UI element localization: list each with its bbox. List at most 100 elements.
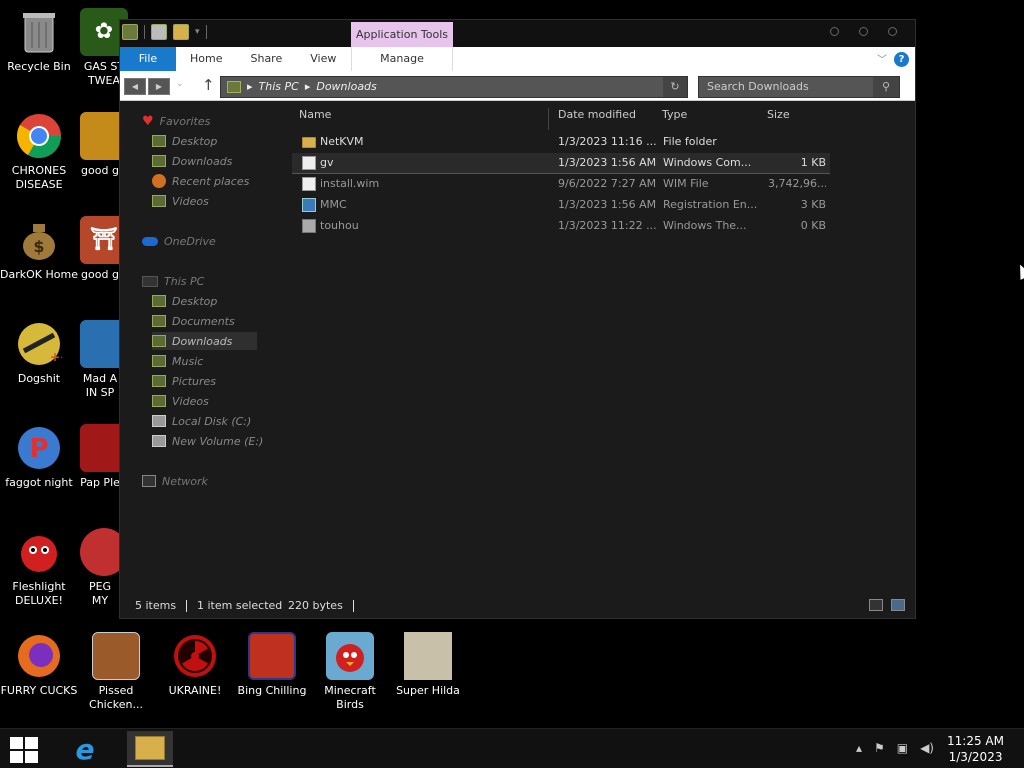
nav-desktop-favorite[interactable]: Desktop (152, 132, 217, 150)
explorer-window[interactable]: ▾ Application Tools File Home Share View… (119, 19, 916, 619)
nav-documents[interactable]: Documents (152, 312, 235, 330)
desktop-icon-fleshlight[interactable]: Fleshlight DELUXE! (0, 528, 78, 608)
pixel-game-icon (404, 632, 452, 680)
file-row-mmc[interactable]: MMC 1/3/2023 1:56 AM Registration En... … (292, 195, 830, 216)
videos-icon (152, 395, 166, 407)
chevron-right-icon[interactable]: ▸ (305, 77, 311, 97)
column-header-name[interactable]: Name (299, 108, 549, 130)
tab-home[interactable]: Home (176, 47, 236, 71)
desktop-icon-minecraft-birds[interactable]: Minecraft Birds (311, 632, 389, 712)
chevron-right-icon[interactable]: ▸ (247, 77, 253, 97)
desktop-icon-faggot-night[interactable]: P faggot night (0, 424, 78, 490)
tab-view[interactable]: View (296, 47, 350, 71)
breadcrumb-this-pc[interactable]: This PC (259, 77, 299, 97)
back-button[interactable]: ◀ (124, 78, 146, 95)
nav-downloads-favorite[interactable]: Downloads (152, 152, 232, 170)
desktop-icon-good-g-2[interactable]: ⛩ good g (80, 216, 120, 282)
desktop-icon-pap-ple[interactable]: Pap Ple (80, 424, 120, 490)
quick-access-toolbar: ▾ (122, 24, 207, 40)
angry-bird-icon (326, 632, 374, 680)
properties-icon[interactable] (151, 24, 167, 40)
folder-icon[interactable] (122, 24, 138, 40)
desktop-icon-mad-a[interactable]: Mad A IN SP (80, 320, 120, 400)
show-hidden-icons-icon[interactable]: ▴ (856, 741, 862, 755)
desktop-icon-super-hilda[interactable]: Super Hilda (389, 632, 467, 698)
file-explorer-icon (135, 736, 165, 760)
start-button[interactable] (10, 737, 40, 763)
desktop-icon-recycle-bin[interactable]: Recycle Bin (0, 8, 78, 74)
desktop-icon-chrome[interactable]: CHRONES DISEASE (0, 112, 78, 192)
nav-videos[interactable]: Videos (152, 392, 209, 410)
action-center-flag-icon[interactable]: ⚑ (874, 741, 885, 755)
desktop-icon-darkok-home[interactable]: $ DarkOK Home (0, 216, 78, 282)
window-controls (830, 27, 897, 36)
app-icon (80, 528, 120, 576)
tab-manage[interactable]: Manage (351, 47, 453, 71)
nav-this-pc[interactable]: This PC (142, 272, 204, 290)
desktop-icon-bing-chilling[interactable]: Bing Chilling (233, 632, 311, 698)
column-header-date-modified[interactable]: Date modified (558, 108, 654, 128)
close-button[interactable] (888, 27, 897, 36)
nav-local-disk[interactable]: Local Disk (C:) (152, 412, 251, 430)
nav-network[interactable]: Network (142, 472, 208, 490)
clock[interactable]: 11:25 AM 1/3/2023 (947, 733, 1004, 765)
tab-file[interactable]: File (120, 47, 176, 71)
file-name: MMC (320, 198, 347, 211)
nav-downloads[interactable]: Downloads (152, 332, 257, 350)
nav-pictures[interactable]: Pictures (152, 372, 216, 390)
file-row-touhou[interactable]: touhou 1/3/2023 11:22 ... Windows The...… (292, 216, 830, 237)
desktop-icon-good-g-1[interactable]: good g (80, 112, 120, 178)
up-button[interactable]: ↑ (202, 76, 215, 94)
taskbar-internet-explorer[interactable]: e (62, 731, 108, 767)
recent-locations-icon[interactable]: ⌄ (176, 79, 184, 89)
file-row-install-wim[interactable]: install.wim 9/6/2022 7:27 AM WIM File 3,… (292, 174, 830, 195)
codeblocks-icon: ++ (15, 320, 63, 368)
windows-command-icon (302, 156, 316, 170)
nav-music[interactable]: Music (152, 352, 203, 370)
desktop-icon-ukraine[interactable]: UKRAINE! (156, 632, 234, 698)
details-view-button[interactable] (869, 599, 883, 611)
refresh-button[interactable]: ↻ (663, 77, 687, 97)
title-bar[interactable]: ▾ Application Tools (120, 20, 915, 47)
taskbar-file-explorer[interactable] (127, 731, 173, 767)
nav-videos-favorite[interactable]: Videos (152, 192, 209, 210)
nav-favorites[interactable]: ♥ Favorites (142, 112, 210, 130)
heart-icon: ♥ (142, 113, 154, 129)
internet-explorer-icon: e (75, 732, 95, 766)
chevron-down-icon[interactable]: ▾ (195, 27, 200, 37)
search-input[interactable]: Search Downloads ⚲ (698, 76, 900, 98)
file-row-gv[interactable]: gv 1/3/2023 1:56 AM Windows Com... 1 KB (292, 153, 830, 174)
nav-desktop[interactable]: Desktop (152, 292, 217, 310)
tab-share[interactable]: Share (236, 47, 296, 71)
minimize-button[interactable] (830, 27, 839, 36)
nav-recent-places[interactable]: Recent places (152, 172, 249, 190)
maximize-button[interactable] (859, 27, 868, 36)
desktop-icon-dogshit[interactable]: ++ Dogshit (0, 320, 78, 386)
drive-icon (152, 415, 166, 427)
desktop-icon-peg-my[interactable]: PEG MY (80, 528, 120, 608)
nav-onedrive[interactable]: OneDrive (142, 232, 216, 250)
angry-birds-seasons-icon (92, 632, 140, 680)
desktop-icon-furry-cucks[interactable]: FURRY CUCKS (0, 632, 78, 698)
file-row-netkvm[interactable]: NetKVM 1/3/2023 11:16 ... File folder (292, 132, 830, 153)
desktop-icon-pissed-chicken[interactable]: Pissed Chicken... (77, 632, 155, 712)
column-header-type[interactable]: Type (662, 108, 760, 128)
file-type: Windows Com... (663, 156, 752, 169)
large-icons-view-button[interactable] (891, 599, 905, 611)
network-icon[interactable]: ▣ (897, 741, 908, 755)
expand-ribbon-icon[interactable]: ﹀ (877, 51, 887, 66)
volume-icon[interactable]: ◀) (920, 741, 934, 755)
windows-logo-icon (25, 751, 38, 763)
breadcrumb-downloads[interactable]: Downloads (316, 77, 376, 97)
nav-new-volume[interactable]: New Volume (E:) (152, 432, 263, 450)
help-icon[interactable]: ? (894, 52, 909, 67)
drive-icon (152, 435, 166, 447)
address-row: ◀ ▶ ⌄ ↑ ▸ This PC ▸ Downloads ↻ Search D… (120, 71, 915, 101)
new-folder-icon[interactable] (173, 24, 189, 40)
radiation-icon (171, 632, 219, 680)
forward-button[interactable]: ▶ (148, 78, 170, 95)
search-icon[interactable]: ⚲ (873, 77, 899, 97)
column-header-size[interactable]: Size (767, 108, 827, 128)
ribbon-tabs: File Home Share View Manage ﹀ ? (120, 47, 915, 71)
address-bar[interactable]: ▸ This PC ▸ Downloads ↻ (220, 76, 688, 98)
